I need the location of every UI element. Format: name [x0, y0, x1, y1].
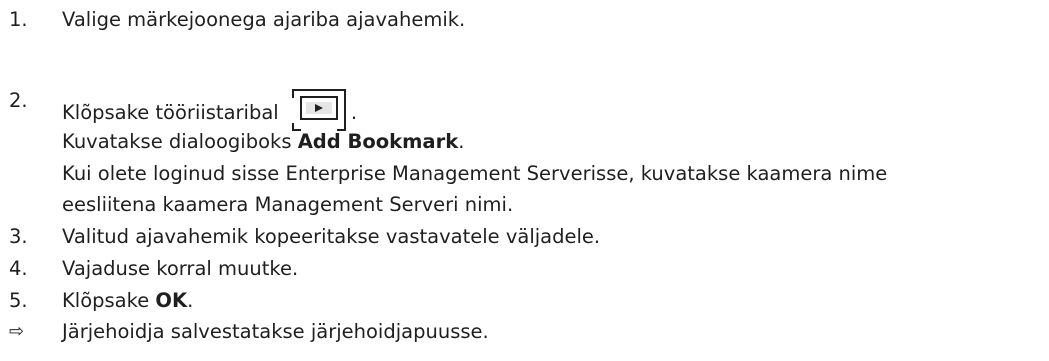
step-number: 4. — [9, 257, 28, 280]
step-text-suffix: . — [187, 289, 194, 312]
step-text-period: . — [350, 101, 358, 124]
ok-label: OK — [155, 289, 188, 312]
result-prefix: Kuvatakse dialoogiboks — [62, 130, 298, 153]
step-text-prefix: Klõpsake — [62, 289, 156, 312]
step-text: Valitud ajavahemik kopeeritakse vastavat… — [62, 225, 601, 248]
dialog-name: Add Bookmark — [297, 130, 459, 153]
result-arrow-icon: ⇨ — [9, 321, 25, 342]
note-line-1: Kui olete loginud sisse Enterprise Manag… — [62, 162, 888, 185]
result-suffix: . — [458, 130, 465, 153]
step-text: Klõpsake tööriistaribal . — [62, 89, 357, 131]
step-number: 3. — [9, 225, 28, 248]
step-number: 1. — [9, 8, 28, 31]
step-text: Valige märkejoonega ajariba ajavahemik. — [62, 8, 466, 31]
step-text: Vajaduse korral muutke. — [62, 257, 299, 280]
step-number: 5. — [9, 289, 28, 312]
add-bookmark-toolbar-icon — [287, 89, 351, 131]
step-result-text: Kuvatakse dialoogiboks Add Bookmark. — [62, 130, 464, 154]
step-text: Klõpsake OK. — [62, 289, 193, 313]
step-text-main: Klõpsake tööriistaribal — [62, 101, 279, 124]
result-text: Järjehoidja salvestatakse järjehoidjapuu… — [62, 320, 489, 343]
note-line-2: eesliitena kaamera Management Serveri ni… — [62, 193, 514, 216]
step-number: 2. — [9, 89, 28, 112]
